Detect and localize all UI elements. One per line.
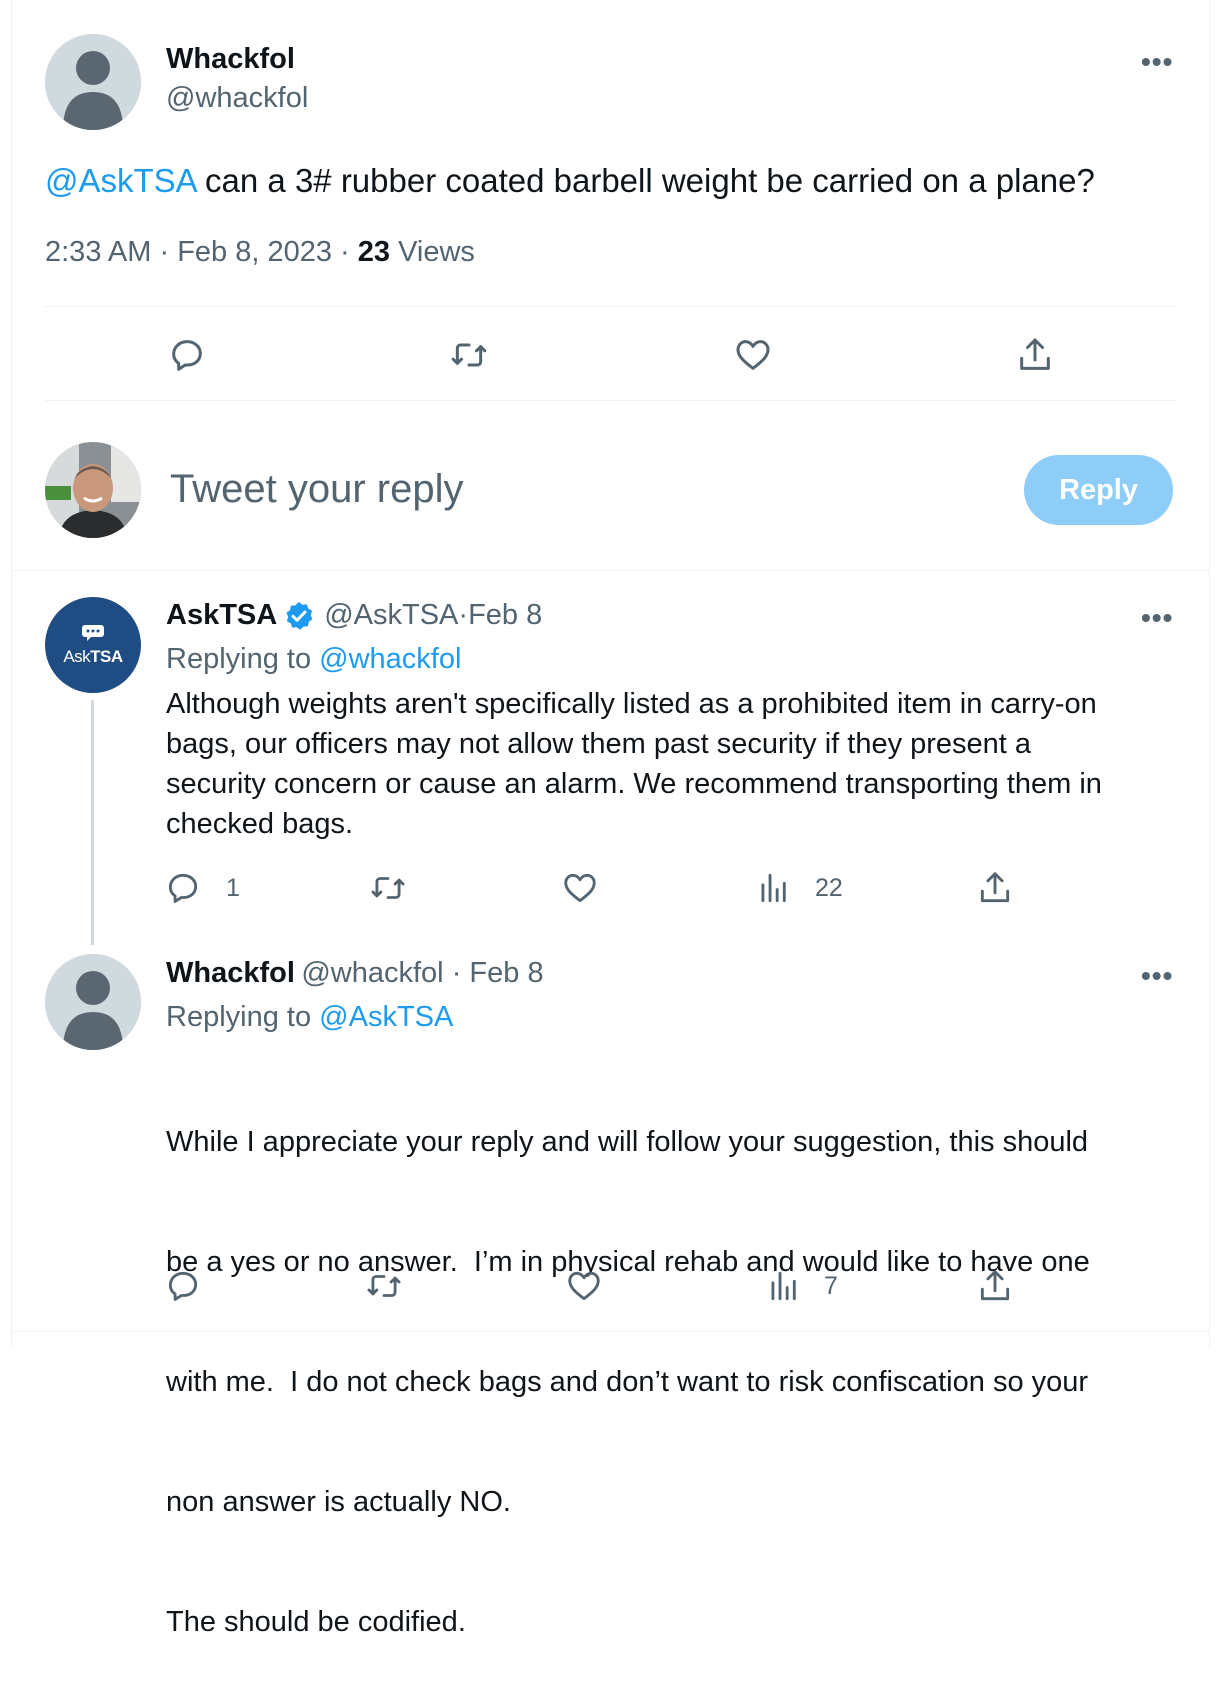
replying-to-handle[interactable]: @whackfol: [319, 643, 461, 675]
divider: [11, 570, 1210, 571]
reply-author-handle[interactable]: @AskTSA: [324, 599, 458, 632]
views-count: 22: [815, 874, 843, 902]
reply-author-name[interactable]: Whackfol: [166, 957, 295, 989]
reply-date[interactable]: Feb 8: [468, 599, 542, 632]
reply-header: Whackfol @whackfol · Feb 8: [166, 957, 544, 989]
reply-text: While I appreciate your reply and will f…: [166, 1042, 1090, 1682]
share-icon[interactable]: [976, 869, 1014, 907]
reply-icon[interactable]: [164, 1267, 202, 1305]
replying-to: Replying to @AskTSA: [166, 1001, 454, 1033]
reply-text-line: non answer is actually NO.: [166, 1486, 511, 1518]
share-icon[interactable]: [976, 1267, 1014, 1305]
views-count: 23: [357, 236, 391, 268]
tweet-text: @AskTSA can a 3# rubber coated barbell w…: [45, 162, 1095, 200]
divider: [11, 1331, 1210, 1332]
replying-to-handle[interactable]: @AskTSA: [319, 1001, 453, 1033]
reply-text-line: While I appreciate your reply and will f…: [166, 1126, 1089, 1158]
current-user-avatar[interactable]: [45, 442, 141, 538]
default-user-icon: [45, 954, 141, 1050]
author-handle[interactable]: @whackfol: [166, 82, 308, 115]
retweet-icon[interactable]: [369, 869, 407, 907]
mention-link[interactable]: @AskTSA: [45, 162, 196, 199]
more-options-icon[interactable]: •••: [1141, 46, 1173, 78]
reply-header: AskTSA @AskTSA · Feb 8: [166, 599, 543, 632]
reply-count: 1: [226, 874, 240, 902]
views-icon[interactable]: [755, 869, 793, 907]
reply-date[interactable]: Feb 8: [469, 957, 543, 989]
tweet-text-body: can a 3# rubber coated barbell weight be…: [195, 162, 1095, 199]
tweet-date[interactable]: Feb 8, 2023: [177, 236, 332, 268]
reply-text-line: be a yes or no answer. I’m in physical r…: [166, 1246, 1090, 1278]
replying-to: Replying to @whackfol: [166, 643, 462, 675]
reply-text: Although weights aren't specifically lis…: [166, 684, 1102, 844]
views-icon[interactable]: [765, 1267, 803, 1305]
reply-text-line: checked bags.: [166, 808, 354, 840]
like-icon[interactable]: [565, 1267, 603, 1305]
like-icon[interactable]: [561, 869, 599, 907]
author-name[interactable]: Whackfol: [166, 43, 295, 76]
reply-author-name[interactable]: AskTSA: [166, 599, 277, 632]
retweet-icon[interactable]: [365, 1267, 403, 1305]
divider: [45, 400, 1177, 401]
reply-text-line: security concern or cause an alarm. We r…: [166, 768, 1102, 800]
verified-badge-icon: [283, 600, 315, 632]
reply-text-line: Although weights aren't specifically lis…: [166, 688, 1097, 720]
views-count: 7: [824, 1272, 838, 1300]
more-options-icon[interactable]: •••: [1141, 602, 1173, 634]
retweet-icon[interactable]: [449, 335, 489, 375]
default-user-icon: [45, 34, 141, 130]
frame-border-right: [1209, 0, 1210, 1347]
more-options-icon[interactable]: •••: [1141, 960, 1173, 992]
reply-input[interactable]: Tweet your reply: [170, 467, 463, 512]
tweet-meta: 2:33 AM · Feb 8, 2023 · 23 Views: [45, 236, 475, 268]
author-avatar[interactable]: [45, 34, 141, 130]
chat-bubble-icon: [81, 624, 105, 642]
thread-connector-line: [91, 700, 94, 945]
asktsa-avatar[interactable]: AskTSA: [45, 597, 141, 693]
views-label: Views: [390, 236, 475, 268]
reply-icon[interactable]: [167, 335, 207, 375]
reply-icon[interactable]: [164, 869, 202, 907]
reply-text-line: bags, our officers may not allow them pa…: [166, 728, 1032, 760]
reply-author-handle[interactable]: @whackfol: [301, 957, 443, 989]
reply-text-line: The should be codified.: [166, 1606, 466, 1638]
reply-button[interactable]: Reply: [1024, 455, 1173, 525]
reply-author-avatar[interactable]: [45, 954, 141, 1050]
tweet-time[interactable]: 2:33 AM: [45, 236, 151, 268]
asktsa-logo-text: AskTSA: [63, 647, 123, 666]
frame-border-left: [11, 0, 12, 1347]
like-icon[interactable]: [733, 335, 773, 375]
reply-text-line: with me. I do not check bags and don’t w…: [166, 1366, 1089, 1398]
share-icon[interactable]: [1015, 335, 1055, 375]
divider: [45, 306, 1177, 307]
user-photo: [45, 442, 141, 538]
